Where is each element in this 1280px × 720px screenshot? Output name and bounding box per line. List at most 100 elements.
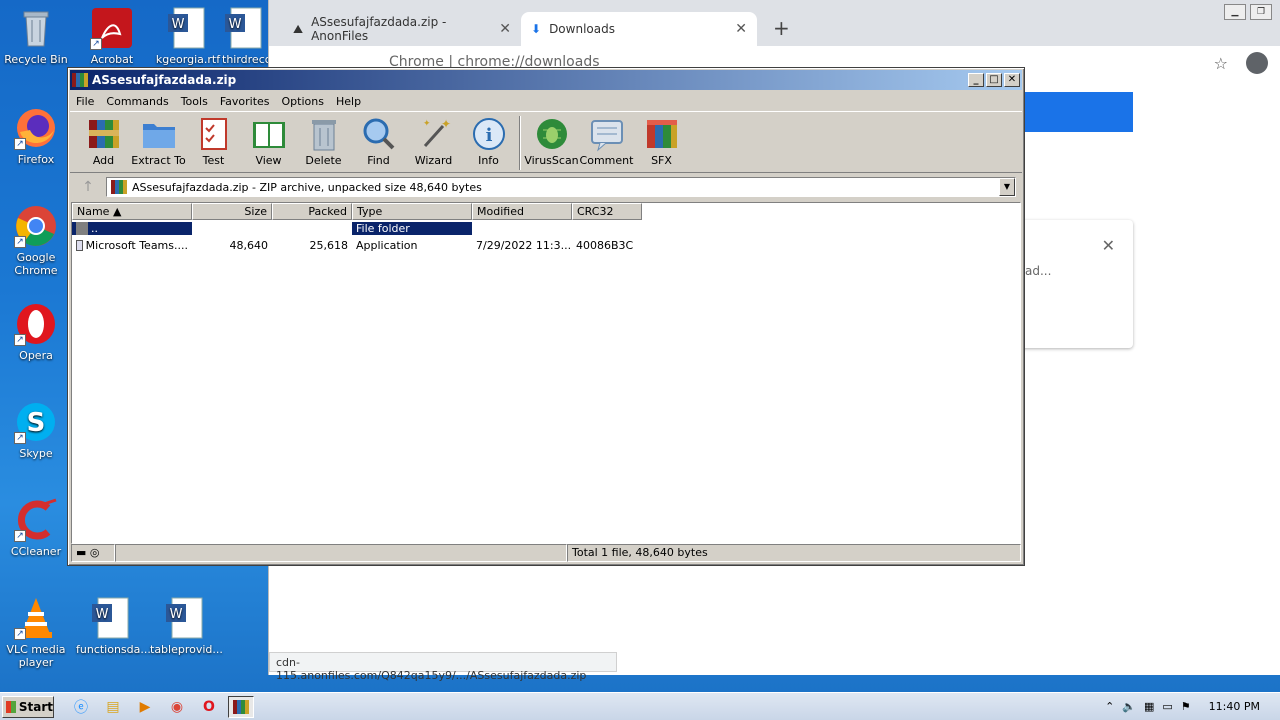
svg-text:W: W [172, 17, 185, 32]
volume-icon[interactable]: 🔈 [1122, 700, 1136, 713]
table-row[interactable]: Microsoft Teams.... 48,640 25,618 Applic… [72, 237, 1020, 254]
toolbar-label: VirusScan [524, 154, 579, 167]
desktop-icon-recycle-bin[interactable]: Recycle Bin [0, 6, 72, 66]
archive-path-field[interactable]: ASsesufajfazdada.zip - ZIP archive, unpa… [106, 177, 1016, 197]
up-arrow-icon[interactable]: ↑ [70, 179, 106, 195]
tab-downloads[interactable]: ⬇ Downloads ✕ [521, 12, 757, 46]
close-tab-icon[interactable]: ✕ [735, 21, 747, 37]
menu-file[interactable]: File [70, 95, 100, 108]
network-icon[interactable]: ▦ [1144, 700, 1154, 713]
desktop-icon-functionsda[interactable]: W functionsda... [76, 596, 151, 656]
book-icon [250, 116, 288, 152]
menu-options[interactable]: Options [276, 95, 330, 108]
word-document-icon: W [223, 6, 267, 50]
taskbar-ie[interactable]: ⓔ [68, 696, 94, 718]
menu-bar: File Commands Tools Favorites Options He… [68, 92, 1024, 111]
star-icon[interactable]: ☆ [1214, 54, 1228, 73]
test-button[interactable]: Test [186, 116, 241, 167]
battery-icon[interactable]: ▭ [1162, 700, 1172, 713]
desktop-icon-label: Opera [19, 349, 53, 362]
column-type[interactable]: Type [352, 203, 472, 220]
menu-favorites[interactable]: Favorites [214, 95, 276, 108]
desktop-icon-vlc[interactable]: ↗ VLC media player [0, 596, 72, 669]
taskbar-chrome[interactable]: ◉ [164, 696, 190, 718]
desktop-icon-ccleaner[interactable]: ↗ CCleaner [0, 498, 72, 558]
opera-icon: O [203, 698, 215, 715]
winrar-title-bar[interactable]: ASsesufajfazdada.zip _ □ ✕ [70, 70, 1022, 90]
new-tab-button[interactable]: + [773, 16, 790, 40]
taskbar-explorer[interactable]: ▤ [100, 696, 126, 718]
toolbar-label: View [255, 154, 282, 167]
maximize-button[interactable]: ❐ [1250, 4, 1272, 20]
menu-help[interactable]: Help [330, 95, 367, 108]
desktop-icon-skype[interactable]: S ↗ Skype [0, 400, 72, 460]
sfx-button[interactable]: SFX [634, 116, 689, 167]
start-button[interactable]: Start [2, 695, 54, 718]
column-size[interactable]: Size [192, 203, 272, 220]
info-button[interactable]: i Info [461, 116, 516, 167]
extract-to-button[interactable]: Extract To [131, 116, 186, 167]
action-center-flag-icon[interactable]: ⚑ [1181, 700, 1191, 713]
toolbar: Add Extract To Test View Delete Find ✦ ✦ … [70, 111, 1022, 173]
maximize-button[interactable]: □ [986, 73, 1002, 87]
column-crc32[interactable]: CRC32 [572, 203, 642, 220]
word-document-icon: W [90, 596, 134, 640]
desktop-icon-chrome[interactable]: ↗ Google Chrome [0, 204, 72, 277]
chrome-icon: ↗ [14, 204, 58, 248]
svg-text:i: i [485, 125, 492, 146]
winrar-icon [233, 699, 249, 714]
view-button[interactable]: View [241, 116, 296, 167]
firefox-icon: ↗ [14, 106, 58, 150]
tray-expand-icon[interactable]: ⌃ [1105, 700, 1114, 713]
status-selection [115, 544, 567, 562]
close-tab-icon[interactable]: ✕ [499, 21, 511, 37]
wizard-button[interactable]: ✦ ✦ Wizard [406, 116, 461, 167]
desktop-icon-label: Acrobat [90, 53, 134, 66]
toolbar-label: Extract To [131, 154, 186, 167]
minimize-button[interactable]: ▁ [1224, 4, 1246, 20]
tab-anonfiles[interactable]: ⛰ ASsesufajfazdada.zip - AnonFiles ✕ [283, 14, 521, 44]
virusscan-button[interactable]: VirusScan [524, 116, 579, 167]
chrome-icon: ◉ [170, 698, 184, 715]
desktop-icon-tableprovid[interactable]: W tableprovid... [150, 596, 223, 656]
comment-button[interactable]: Comment [579, 116, 634, 167]
add-button[interactable]: Add [76, 116, 131, 167]
taskbar-media-player[interactable]: ▶ [132, 696, 158, 718]
clock[interactable]: 11:40 PM [1209, 700, 1260, 713]
taskbar-winrar[interactable] [228, 695, 254, 718]
cell-type: Application [356, 239, 418, 252]
row-name-cell: .. [72, 222, 192, 235]
svg-text:W: W [170, 607, 183, 622]
toolbar-label: Delete [305, 154, 342, 167]
dropdown-arrow-icon[interactable]: ▼ [999, 178, 1015, 196]
column-modified[interactable]: Modified [472, 203, 572, 220]
toolbar-label: Comment [579, 154, 634, 167]
desktop-icon-opera[interactable]: ↗ Opera [0, 302, 72, 362]
desktop-icon-firefox[interactable]: ↗ Firefox [0, 106, 72, 166]
table-row[interactable]: .. File folder [72, 220, 1020, 237]
windows-logo-icon [6, 700, 16, 713]
minimize-button[interactable]: _ [968, 73, 984, 87]
menu-tools[interactable]: Tools [175, 95, 214, 108]
find-button[interactable]: Find [351, 116, 406, 167]
taskbar: Start ⓔ ▤ ▶ ◉ O ⌃ 🔈 ▦ ▭ ⚑ 11:40 PM [0, 692, 1280, 720]
close-button[interactable]: ✕ [1004, 73, 1020, 87]
download-icon: ⬇ [531, 22, 542, 36]
profile-icon[interactable] [1246, 52, 1268, 74]
sfx-books-icon [643, 116, 681, 152]
taskbar-opera[interactable]: O [196, 696, 222, 718]
word-document-icon: W [164, 596, 208, 640]
close-icon[interactable]: ✕ [1102, 236, 1115, 255]
svg-text:W: W [96, 607, 109, 622]
column-name[interactable]: Name ▲ [72, 203, 192, 220]
delete-button[interactable]: Delete [296, 116, 351, 167]
word-document-icon: W [166, 6, 210, 50]
download-card: ✕ ad... [1019, 220, 1133, 348]
toolbar-label: Info [478, 154, 499, 167]
status-drive-icons: ▬ ◎ [71, 544, 115, 562]
desktop-icon-acrobat[interactable]: ↗ Acrobat [76, 6, 148, 66]
column-packed[interactable]: Packed [272, 203, 352, 220]
desktop-icon-kgeorgia[interactable]: W kgeorgia.rtf [152, 6, 224, 66]
desktop-icon-thirdrecor[interactable]: W thirdrecor [222, 6, 268, 66]
menu-commands[interactable]: Commands [100, 95, 174, 108]
